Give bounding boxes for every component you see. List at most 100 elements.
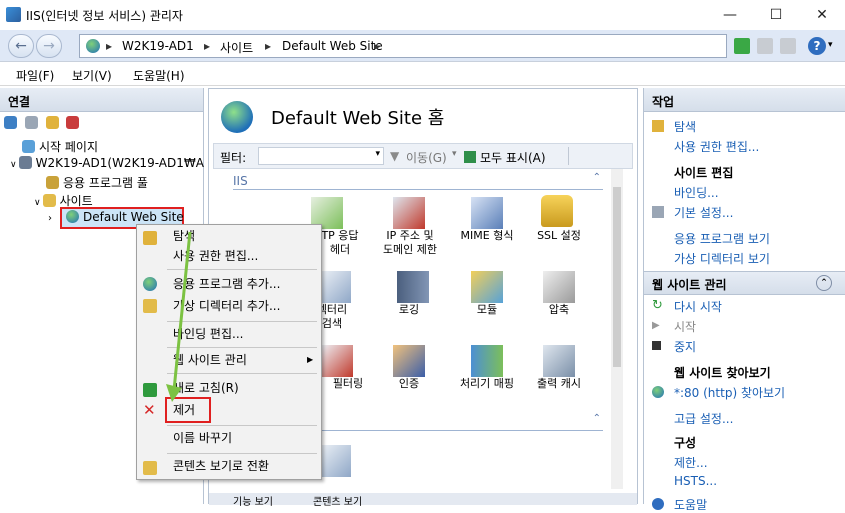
section-edit-site: 사이트 편집 (674, 166, 734, 180)
tree-item-server[interactable]: ∨ W2K19-AD1(W2K19-AD1₩A (10, 156, 204, 170)
icon-label-filter: 필터링 (332, 377, 364, 390)
action-advanced-settings[interactable]: 고급 설정... (674, 410, 733, 427)
folder-up-icon[interactable] (45, 116, 59, 129)
save-icon[interactable] (24, 116, 38, 129)
address-part-site[interactable]: Default Web Site (282, 39, 383, 53)
configuration-editor-icon[interactable] (319, 445, 351, 477)
help-circle-icon (652, 498, 664, 510)
tree-label: 응용 프로그램 풀 (63, 176, 148, 190)
submenu-arrow-icon: ▶ (307, 355, 314, 364)
action-start: 시작 (674, 320, 697, 334)
connections-toolbar (4, 116, 200, 136)
go-dropdown-icon[interactable]: ▾ (452, 149, 457, 159)
handler-mappings-icon[interactable] (471, 345, 503, 377)
tree-label: Default Web Site (83, 210, 184, 224)
logging-icon[interactable] (397, 271, 429, 303)
tree-label: 시작 페이지 (39, 140, 99, 154)
filter-input[interactable]: ▾ (258, 147, 384, 165)
connections-header: 연결 (0, 88, 203, 112)
icon-label-comp: 압축 (548, 303, 570, 316)
icon-label-log: 로깅 (398, 303, 420, 316)
menu-item-switch-content-view[interactable]: 콘텐츠 보기로 전환 (137, 455, 321, 477)
menu-help[interactable]: 도움말(H) (133, 67, 185, 84)
show-all-button[interactable]: 모두 표시(A) (480, 149, 546, 166)
action-restart[interactable]: 다시 시작 (674, 298, 722, 315)
maximize-button[interactable]: ☐ (753, 0, 799, 30)
menu-bar: 파일(F) 보기(V) 도움말(H) (0, 62, 845, 86)
menu-view[interactable]: 보기(V) (72, 67, 112, 84)
filtering-icon[interactable] (321, 345, 353, 377)
action-browse-80[interactable]: *:80 (http) 찾아보기 (674, 384, 785, 401)
filter-bar: 필터: ▾ ▼ 이동(G) ▾ 모두 표시(A) (213, 143, 633, 169)
action-view-applications[interactable]: 응용 프로그램 보기 (674, 230, 770, 247)
tree-item-app-pools[interactable]: 응용 프로그램 풀 (46, 174, 148, 191)
action-hsts[interactable]: HSTS... (674, 474, 717, 488)
action-view-virtual-dirs[interactable]: 가상 디렉터리 보기 (674, 250, 770, 267)
address-separator: ▸ (265, 39, 272, 53)
help-icon[interactable]: ? (808, 37, 826, 55)
menu-file[interactable]: 파일(F) (16, 67, 54, 84)
section-configure: 구성 (674, 436, 697, 450)
globe-icon (86, 39, 100, 53)
tab-content-view[interactable]: 콘텐츠 보기 (313, 493, 362, 508)
show-all-icon (464, 151, 476, 163)
action-help[interactable]: 도움말 (674, 496, 707, 513)
section-label: 웹 사이트 관리 (652, 278, 727, 292)
disconnect-icon[interactable] (66, 116, 80, 129)
output-cache-icon[interactable] (543, 345, 575, 377)
action-edit-permissions[interactable]: 사용 권한 편집... (674, 138, 759, 155)
action-stop[interactable]: 중지 (674, 338, 696, 355)
page-title: Default Web Site 홈 (271, 108, 445, 129)
address-toolbar: ← → ▸ W2K19-AD1 ▸ 사이트 ▸ Default Web Site… (0, 30, 845, 62)
explore-icon (652, 120, 664, 132)
app-pool-icon (46, 176, 59, 189)
close-button[interactable]: ✕ (799, 0, 845, 30)
address-part-server[interactable]: W2K19-AD1 (122, 39, 194, 53)
tab-features-view[interactable]: 기능 보기 (233, 493, 273, 508)
iis-app-icon (6, 7, 21, 22)
guide-arrow (166, 231, 192, 402)
address-part-sites[interactable]: 사이트 (220, 39, 253, 56)
authentication-icon[interactable] (393, 345, 425, 377)
restart-icon: ↻ (652, 298, 663, 313)
group-header-iis[interactable]: IIS ⌃ (233, 172, 603, 190)
address-field[interactable]: ▸ W2K19-AD1 ▸ 사이트 ▸ Default Web Site ▸ (79, 34, 727, 58)
tree-label: 사이트 (59, 194, 93, 208)
ip-domain-restriction-icon[interactable] (393, 197, 425, 229)
address-separator: ▸ (106, 39, 113, 53)
tree-item-default-web-site[interactable]: Default Web Site (66, 210, 184, 224)
group-label: IIS (233, 174, 248, 188)
action-limits[interactable]: 제한... (674, 454, 708, 471)
menu-item-rename[interactable]: 이름 바꾸기 (137, 427, 321, 449)
tree-expander[interactable]: › (48, 210, 52, 224)
back-button[interactable]: ← (8, 34, 34, 58)
action-basic-settings[interactable]: 기본 설정... (674, 204, 733, 221)
home-icon[interactable] (780, 38, 796, 54)
mime-types-icon[interactable] (471, 197, 503, 229)
tree-item-start[interactable]: 시작 페이지 (22, 138, 98, 155)
connect-icon[interactable] (4, 116, 17, 129)
directory-browsing-icon[interactable] (319, 271, 351, 303)
compression-icon[interactable] (543, 271, 575, 303)
address-separator: ▸ (374, 39, 381, 53)
address-separator: ▸ (204, 39, 211, 53)
title-bar: IIS(인터넷 정보 서비스) 관리자 — ☐ ✕ (0, 0, 845, 30)
guide-arrow-line (172, 231, 192, 391)
icon-label-auth: 인증 (398, 377, 420, 390)
go-button[interactable]: 이동(G) (406, 149, 447, 166)
site-globe-icon (221, 101, 253, 133)
section-manage-website[interactable]: 웹 사이트 관리 ⌃ (644, 271, 845, 295)
modules-icon[interactable] (471, 271, 503, 303)
refresh-icon[interactable] (734, 38, 750, 54)
stop-icon[interactable] (757, 38, 773, 54)
help-dropdown-icon[interactable]: ▾ (828, 40, 833, 50)
minimize-button[interactable]: — (707, 0, 753, 30)
collapse-icon[interactable]: ⌃ (816, 275, 832, 291)
ssl-lock-icon[interactable] (541, 195, 573, 227)
forward-button[interactable]: → (36, 34, 62, 58)
server-icon (18, 156, 32, 169)
action-bindings[interactable]: 바인딩... (674, 184, 719, 201)
scrollbar[interactable] (611, 169, 623, 489)
action-explore[interactable]: 탐색 (674, 118, 696, 135)
browse-globe-icon (652, 386, 664, 398)
